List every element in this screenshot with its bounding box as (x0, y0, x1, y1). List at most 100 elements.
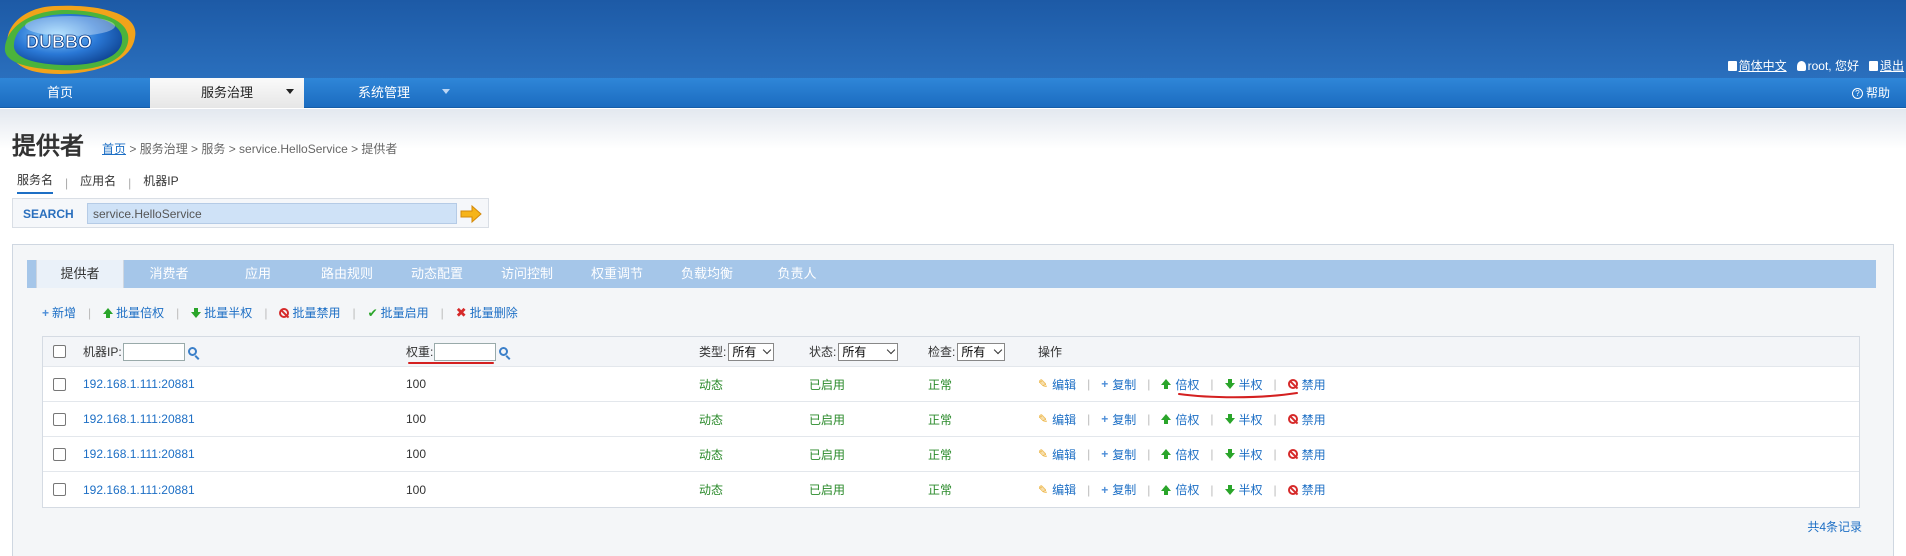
arrow-up-icon (1161, 484, 1172, 495)
batch-enable-button[interactable]: ✔ 批量启用 (368, 304, 429, 321)
provider-ip-link[interactable]: 192.168.1.111:20881 (83, 483, 195, 497)
search-label: SEARCH (23, 207, 74, 221)
copy-button[interactable]: + 复制 (1101, 411, 1136, 428)
pencil-icon: ✎ (1038, 482, 1049, 497)
batch-disable-button[interactable]: 批量禁用 (279, 304, 340, 321)
check-value: 正常 (928, 447, 953, 462)
search-tab-ip[interactable]: 机器IP (143, 172, 178, 193)
search-tab-service[interactable]: 服务名 (17, 171, 54, 194)
row-checkbox[interactable] (53, 483, 66, 496)
double-weight-button[interactable]: 倍权 (1161, 481, 1199, 498)
weight-filter-input[interactable] (434, 342, 497, 361)
row-checkbox[interactable] (53, 447, 66, 461)
search-tab-application[interactable]: 应用名 (80, 172, 116, 193)
double-weight-button[interactable]: 倍权 (1161, 446, 1199, 463)
weight-value: 100 (406, 377, 427, 391)
half-weight-button[interactable]: 半权 (1224, 411, 1263, 428)
tab-dynamic-config[interactable]: 动态配置 (392, 260, 482, 288)
provider-ip-link[interactable]: 192.168.1.111:20881 (83, 412, 195, 426)
edit-button[interactable]: ✎ 编辑 (1038, 481, 1076, 498)
help-icon: ? (1851, 87, 1863, 99)
status-filter-select[interactable]: 所有 (838, 342, 899, 361)
search-icon[interactable] (499, 347, 509, 356)
pencil-icon: ✎ (1038, 447, 1049, 461)
check-value: 正常 (928, 377, 953, 392)
ban-icon (279, 307, 290, 318)
delete-icon: ✖ (455, 304, 467, 320)
language-link[interactable]: 简体中文 (1727, 57, 1787, 74)
edit-button[interactable]: ✎ 编辑 (1038, 446, 1076, 463)
nav-item-service-governance[interactable]: 服务治理 (150, 78, 304, 108)
tab-applications[interactable]: 应用 (214, 260, 302, 288)
copy-icon: + (1101, 377, 1109, 391)
page-title: 提供者 (12, 133, 84, 160)
batch-double-weight-button[interactable]: 批量倍权 (103, 304, 164, 321)
disable-button[interactable]: 禁用 (1287, 411, 1326, 428)
half-weight-button[interactable]: 半权 (1224, 481, 1263, 498)
add-button[interactable]: + 新增 (42, 304, 76, 321)
tab-weight[interactable]: 权重调节 (572, 260, 662, 288)
provider-ip-link[interactable]: 192.168.1.111:20881 (83, 377, 195, 391)
row-checkbox[interactable] (53, 412, 66, 426)
tab-routes[interactable]: 路由规则 (302, 260, 392, 288)
logout-icon (1868, 60, 1878, 71)
arrow-up-icon (1161, 379, 1172, 389)
type-filter-select[interactable]: 所有 (728, 342, 775, 361)
table-header-row: 机器IP: 权重: 类型: 所有 状态: 所有 检查: 所有 操作 (43, 337, 1859, 367)
disable-button[interactable]: 禁用 (1287, 446, 1326, 463)
search-icon[interactable] (187, 347, 197, 356)
disable-button[interactable]: 禁用 (1287, 481, 1326, 498)
half-weight-button[interactable]: 半权 (1224, 376, 1263, 393)
tab-consumers[interactable]: 消费者 (124, 260, 214, 288)
weight-value: 100 (406, 482, 427, 497)
chevron-down-icon (286, 89, 294, 94)
breadcrumb-home-link[interactable]: 首页 (102, 142, 126, 156)
copy-icon: + (1101, 412, 1109, 426)
arrow-up-icon (1161, 449, 1172, 459)
search-input[interactable] (87, 203, 457, 224)
status-value: 已启用 (809, 447, 846, 462)
arrow-down-icon (1224, 414, 1235, 424)
arrow-down-icon (191, 307, 202, 318)
copy-button[interactable]: + 复制 (1101, 446, 1136, 463)
record-count: 共4条记录 (1807, 520, 1862, 534)
tab-access-control[interactable]: 访问控制 (482, 260, 572, 288)
nav-item-system-management[interactable]: 系统管理 (304, 78, 464, 108)
logout-link[interactable]: 退出 (1868, 57, 1904, 74)
check-filter-select[interactable]: 所有 (957, 342, 1006, 361)
provider-ip-link[interactable]: 192.168.1.111:20881 (83, 447, 195, 461)
pencil-icon: ✎ (1038, 412, 1049, 426)
batch-delete-button[interactable]: ✖ 批量删除 (456, 304, 518, 321)
search-type-tabs: 服务名 | 应用名 | 机器IP (17, 171, 179, 194)
ip-filter-input[interactable] (122, 342, 185, 361)
double-weight-button[interactable]: 倍权 (1161, 411, 1199, 428)
arrow-right-icon[interactable] (459, 204, 483, 224)
breadcrumb: 首页 > 服务治理 > 服务 > service.HelloService > … (102, 142, 398, 156)
ban-icon (1287, 449, 1298, 459)
select-all-checkbox[interactable] (53, 345, 66, 358)
batch-half-weight-button[interactable]: 批量半权 (191, 304, 252, 321)
tab-providers[interactable]: 提供者 (36, 260, 124, 288)
annotation-underline-weight-ops (1178, 392, 1298, 399)
document-icon (1727, 60, 1737, 71)
edit-button[interactable]: ✎ 编辑 (1038, 376, 1076, 393)
annotation-underline-weight (408, 362, 494, 364)
half-weight-button[interactable]: 半权 (1224, 446, 1263, 463)
nav-item-home[interactable]: 首页 (0, 78, 120, 108)
table-row: 192.168.1.111:20881 100 动态 已启用 正常 ✎ 编辑 | +… (43, 367, 1859, 402)
tab-owners[interactable]: 负责人 (752, 260, 842, 288)
row-checkbox[interactable] (53, 377, 66, 391)
copy-button[interactable]: + 复制 (1101, 376, 1136, 393)
double-weight-button[interactable]: 倍权 (1161, 376, 1199, 393)
dubbo-logo: DUBBO (4, 5, 136, 74)
help-link[interactable]: ? 帮助 (1851, 78, 1890, 108)
type-value: 动态 (699, 447, 724, 462)
tab-load-balance[interactable]: 负载均衡 (662, 260, 752, 288)
disable-button[interactable]: 禁用 (1287, 376, 1326, 393)
edit-button[interactable]: ✎ 编辑 (1038, 411, 1076, 428)
ban-icon (1287, 414, 1298, 424)
type-value: 动态 (699, 377, 724, 392)
copy-icon: + (1101, 447, 1109, 461)
ban-icon (1287, 379, 1298, 389)
copy-button[interactable]: + 复制 (1101, 481, 1136, 498)
